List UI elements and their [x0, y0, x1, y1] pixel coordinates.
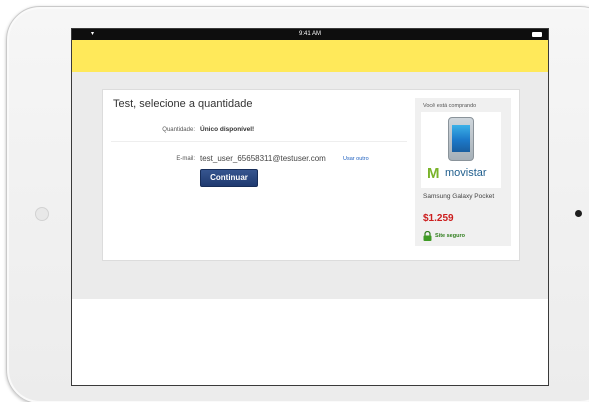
email-value: test_user_65658311@testuser.com — [200, 154, 326, 163]
checkout-card: Test, selecione a quantidade Quantidade:… — [102, 89, 520, 261]
device-screen: ▾ 9:41 AM Test, selecione a quantidade Q… — [71, 28, 549, 386]
screen-lower-area — [72, 299, 548, 385]
product-heading: Você está comprando — [423, 103, 477, 109]
page: ▾ 9:41 AM Test, selecione a quantidade Q… — [0, 0, 589, 402]
product-image: M movistar — [421, 112, 501, 188]
site-header — [72, 40, 548, 72]
email-label: E-mail: — [176, 156, 195, 162]
phone-image — [448, 117, 474, 161]
movistar-m-icon: M — [427, 165, 440, 182]
secure-site-label: Site seguro — [435, 233, 465, 239]
continue-button[interactable]: Continuar — [200, 169, 258, 187]
product-summary: Você está comprando M movistar Samsung G… — [415, 98, 511, 246]
use-other-link[interactable]: Usar outro — [343, 156, 369, 162]
lock-icon — [423, 231, 432, 241]
status-bar: ▾ 9:41 AM — [72, 29, 548, 40]
product-price: $1.259 — [423, 213, 454, 224]
quantity-value: Único disponível! — [200, 126, 255, 133]
battery-icon — [532, 32, 542, 37]
status-time: 9:41 AM — [298, 31, 321, 37]
home-button[interactable] — [575, 210, 582, 217]
camera-icon — [35, 207, 49, 221]
divider — [111, 141, 407, 142]
quantity-label: Quantidade: — [162, 127, 195, 133]
movistar-wordmark: movistar — [445, 167, 487, 179]
movistar-logo: M movistar — [425, 164, 499, 182]
page-title: Test, selecione a quantidade — [113, 98, 253, 110]
product-name: Samsung Galaxy Pocket — [423, 193, 495, 200]
